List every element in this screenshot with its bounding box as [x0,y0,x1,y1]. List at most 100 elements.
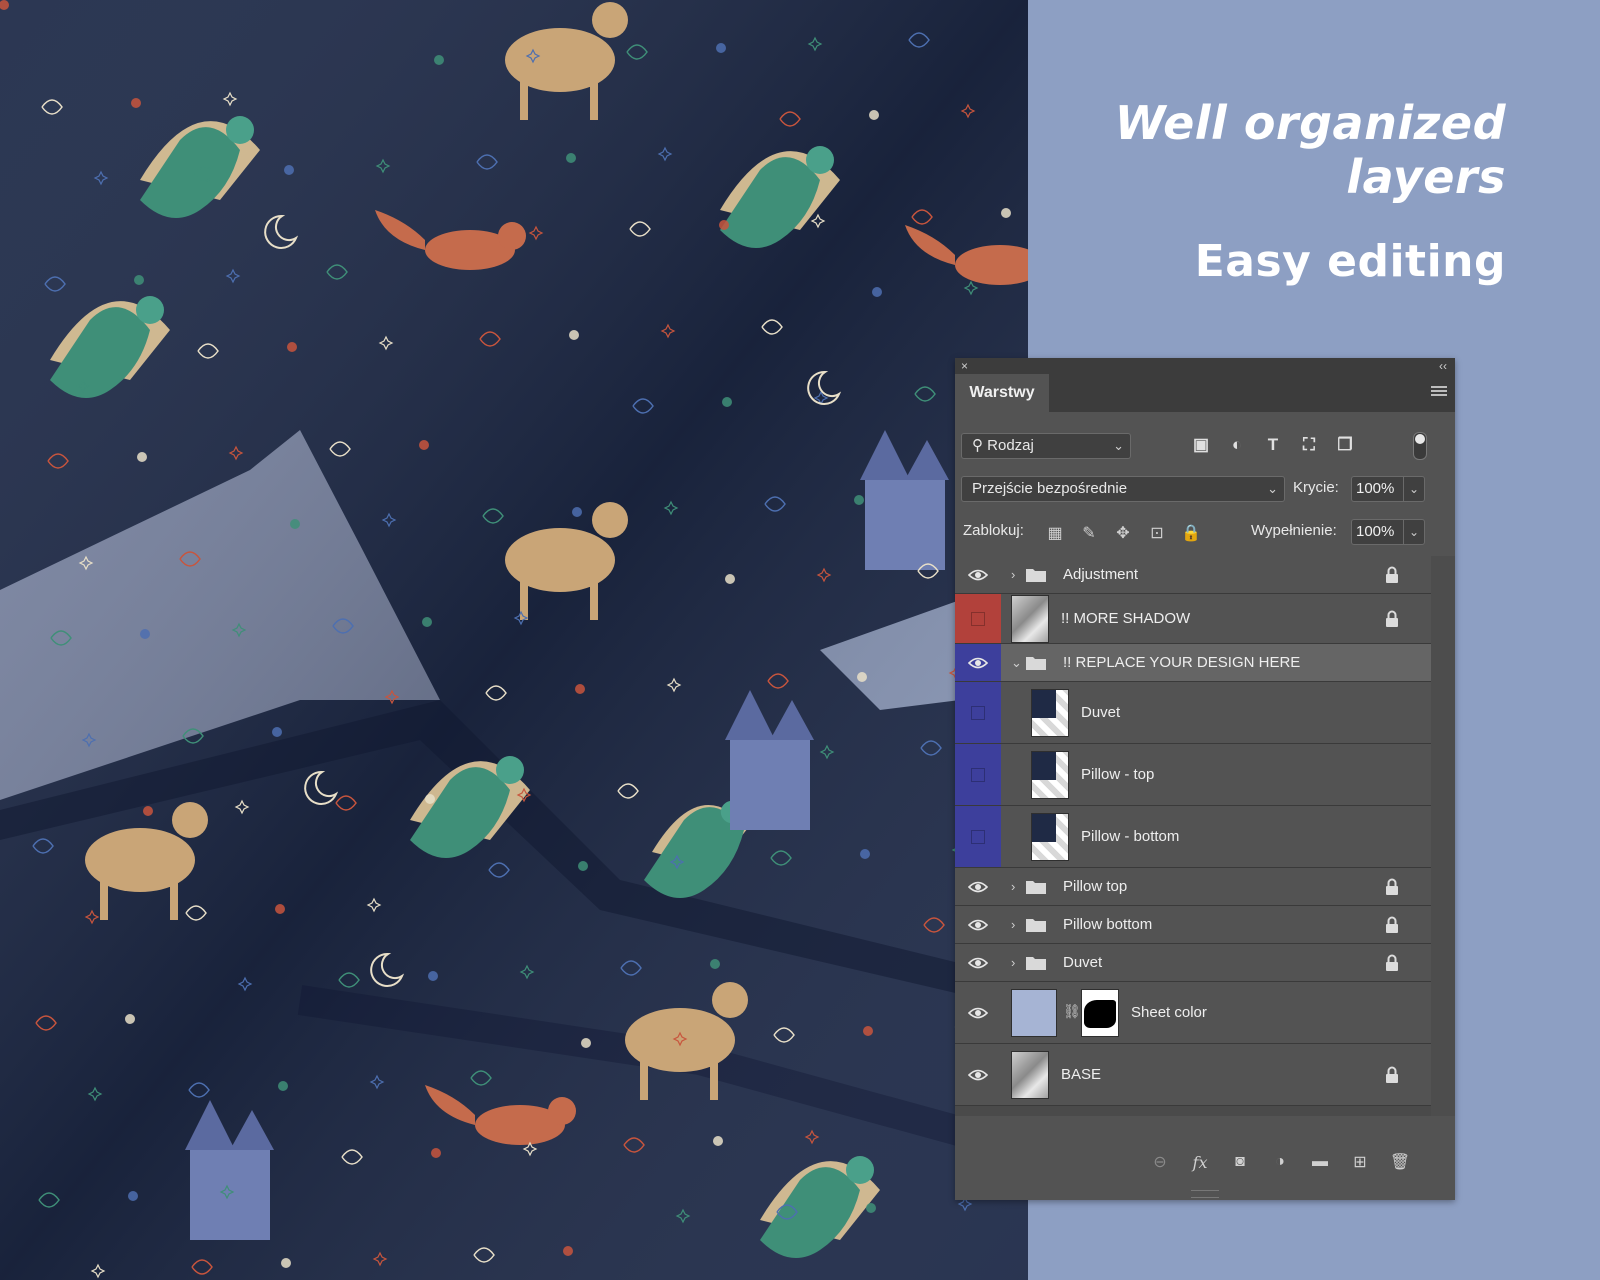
layer-name: Duvet [1063,953,1103,971]
layer-row[interactable]: › Pillow bottom [955,906,1431,944]
eye-icon[interactable] [955,644,1001,681]
eye-icon[interactable] [955,982,1001,1043]
panel-collapse-icon[interactable]: ‹‹ [1439,358,1447,374]
layer-thumbnail[interactable] [1031,688,1069,737]
new-group-icon[interactable]: ▬ [1307,1150,1333,1174]
smart-object-filter-icon[interactable]: ❐ [1333,434,1357,456]
lock-icon [1385,566,1399,584]
layer-thumbnail[interactable] [1011,594,1049,643]
layer-name: BASE [1061,1065,1102,1083]
layers-scrollbar[interactable] [1431,556,1455,1116]
chevron-right-icon[interactable]: › [1011,878,1015,896]
layer-row[interactable]: Pillow - top [955,744,1431,806]
layers-list: › Adjustment !! MORE SHADOW ⌄ !! REPLACE YOU… [955,556,1431,1116]
lock-transparency-icon[interactable]: ▦ [1043,522,1067,544]
visibility-toggle[interactable] [955,744,1001,805]
layer-row[interactable]: › Duvet [955,944,1431,982]
blend-mode-value: Przejście bezpośrednie [972,480,1128,497]
layer-row[interactable]: !! MORE SHADOW [955,594,1431,644]
visibility-toggle[interactable] [955,682,1001,743]
layer-name: !! REPLACE YOUR DESIGN HERE [1063,653,1301,671]
link-icon[interactable]: ⛓ [1063,1003,1081,1020]
lock-label: Zablokuj: [963,522,1024,539]
trash-icon[interactable]: 🗑 [1387,1150,1413,1174]
panel-tab-bar: Warstwy [955,374,1455,412]
bedding-pattern-image [0,0,1028,1280]
panel-menu-icon[interactable] [1431,386,1447,398]
folder-icon [1025,566,1047,583]
layer-name: Pillow top [1063,877,1128,895]
layer-row[interactable]: › Pillow top [955,868,1431,906]
new-layer-icon[interactable]: ⊞ [1347,1150,1373,1174]
lock-icon [1385,916,1399,934]
panel-close-icon[interactable]: × [961,358,968,374]
eye-icon[interactable] [955,868,1001,905]
filter-kind-label: Rodzaj [987,437,1034,454]
link-icon[interactable]: ⊖ [1147,1150,1173,1174]
fill-label: Wypełnienie: [1251,522,1337,539]
visibility-toggle[interactable] [955,806,1001,867]
layer-thumbnail[interactable] [1031,750,1069,799]
adjustment-filter-icon[interactable]: ◐ [1225,434,1249,456]
lock-position-icon[interactable]: ✥ [1111,522,1135,544]
fx-icon[interactable]: fx [1187,1150,1213,1174]
fill-field[interactable]: 100% ⌄ [1351,519,1425,545]
layer-thumbnail[interactable] [1011,1050,1049,1099]
lock-pixels-icon[interactable]: ✎ [1077,522,1101,544]
eye-icon[interactable] [955,1044,1001,1105]
lock-artboard-icon[interactable]: ⊡ [1145,522,1169,544]
chevron-down-icon[interactable]: ⌄ [1403,520,1424,544]
eye-icon[interactable] [955,944,1001,981]
eye-icon[interactable] [955,556,1001,593]
filter-icons: ▣ ◐ T ⛶ ❐ [1189,434,1357,456]
chevron-right-icon[interactable]: › [1011,954,1015,972]
tab-layers[interactable]: Warstwy [955,374,1049,412]
blend-mode-dropdown[interactable]: Przejście bezpośrednie ⌄ [961,476,1285,502]
adjustment-icon[interactable]: ◑ [1267,1150,1293,1174]
layer-row[interactable]: Duvet [955,682,1431,744]
opacity-field[interactable]: 100% ⌄ [1351,476,1425,502]
chevron-down-icon[interactable]: ⌄ [1011,654,1022,672]
visibility-toggle[interactable] [955,594,1001,643]
folder-icon [1025,878,1047,895]
layer-thumbnail[interactable] [1031,812,1069,861]
headline-easy-editing: Easy editing [1194,236,1506,287]
chevron-down-icon: ⌄ [1267,481,1278,496]
layer-name: Sheet color [1131,1003,1207,1021]
layer-row[interactable]: Pillow - bottom [955,806,1431,868]
panel-top-strip: × ‹‹ [955,358,1455,374]
lock-icons: ▦ ✎ ✥ ⊡ 🔒 [1043,522,1203,544]
resize-grip[interactable] [1191,1190,1219,1198]
search-icon: ⚲ [972,437,988,454]
lock-all-icon[interactable]: 🔒 [1179,522,1203,544]
layer-row[interactable]: BASE [955,1044,1431,1106]
folder-icon [1025,916,1047,933]
filter-kind-dropdown[interactable]: ⚲ Rodzaj ⌄ [961,433,1131,459]
mask-icon[interactable]: ◙ [1227,1150,1253,1174]
layer-name: Pillow - top [1081,765,1155,783]
lock-icon [1385,878,1399,896]
lock-icon [1385,610,1399,628]
layer-row[interactable]: › Adjustment [955,556,1431,594]
opacity-label: Krycie: [1293,479,1339,496]
layer-name: Duvet [1081,703,1121,721]
panel-bottom-bar: ⊖ fx ◙ ◑ ▬ ⊞ 🗑 [955,1116,1455,1200]
chevron-right-icon[interactable]: › [1011,916,1015,934]
lock-icon [1385,1066,1399,1084]
filter-toggle[interactable] [1413,432,1427,460]
shape-filter-icon[interactable]: ⛶ [1297,434,1321,456]
layer-name: Pillow - bottom [1081,827,1180,845]
mask-thumbnail[interactable] [1081,988,1119,1037]
type-filter-icon[interactable]: T [1261,434,1285,456]
layer-row[interactable]: ⌄ !! REPLACE YOUR DESIGN HERE [955,644,1431,682]
chevron-down-icon[interactable]: ⌄ [1403,477,1424,501]
layer-name: Pillow bottom [1063,915,1153,933]
chevron-right-icon[interactable]: › [1011,566,1015,584]
chevron-down-icon: ⌄ [1113,438,1124,453]
layer-row[interactable]: ⛓ Sheet color [955,982,1431,1044]
layer-thumbnail[interactable] [1011,988,1057,1037]
image-filter-icon[interactable]: ▣ [1189,434,1213,456]
folder-icon [1025,654,1047,671]
headline-organized: Well organized layers [1115,96,1506,204]
eye-icon[interactable] [955,906,1001,943]
